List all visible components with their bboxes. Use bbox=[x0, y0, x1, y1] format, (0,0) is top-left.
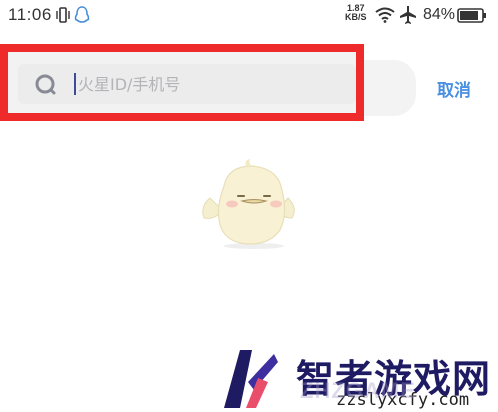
battery-percent: 84% bbox=[423, 6, 456, 23]
watermark-ghost-text: ZHZGAME bbox=[300, 378, 416, 403]
status-bar: 11:06 1.87 KB/S 84% bbox=[0, 0, 498, 32]
search-box-tail bbox=[364, 60, 416, 116]
wifi-icon bbox=[375, 7, 395, 23]
text-caret bbox=[74, 73, 76, 95]
search-input[interactable] bbox=[78, 64, 348, 104]
qq-notification-icon bbox=[74, 6, 90, 23]
watermark-logo-icon bbox=[224, 350, 278, 408]
vibrate-icon bbox=[56, 7, 70, 23]
airplane-mode-icon bbox=[400, 6, 416, 24]
battery-icon bbox=[457, 8, 486, 23]
network-speed-unit: KB/S bbox=[345, 12, 367, 22]
cancel-button[interactable]: 取消 bbox=[437, 76, 471, 101]
network-speed: 1.87 KB/S bbox=[345, 4, 367, 22]
clock: 11:06 bbox=[8, 5, 52, 24]
empty-state-mascot-image bbox=[202, 159, 295, 249]
search-box[interactable] bbox=[18, 64, 356, 104]
highlight-frame bbox=[0, 44, 364, 121]
search-icon bbox=[35, 74, 56, 95]
